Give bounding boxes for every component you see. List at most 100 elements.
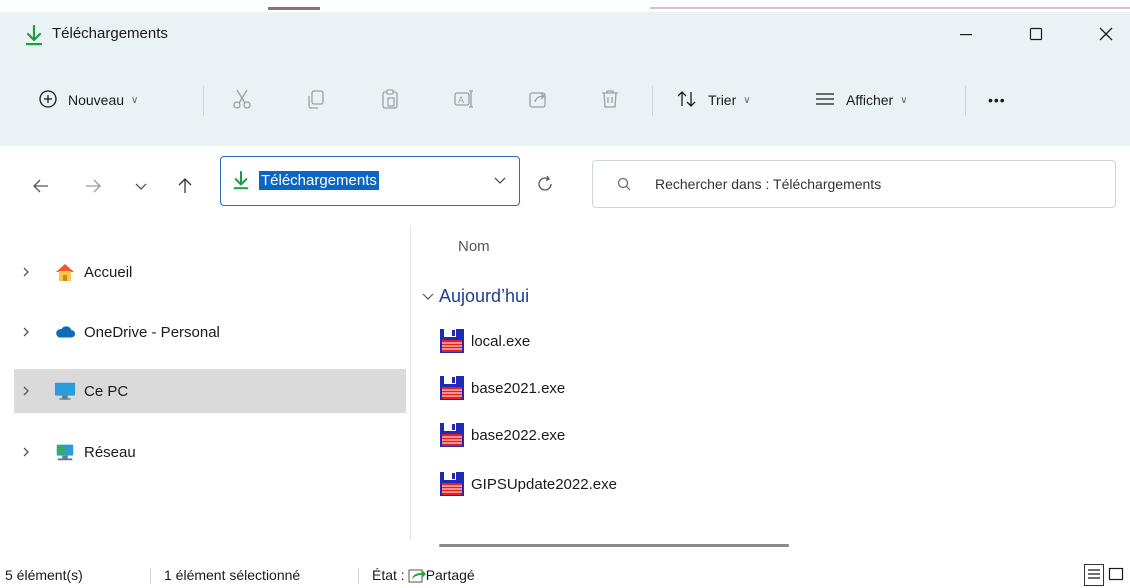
sidebar-item-label: Réseau xyxy=(84,443,136,461)
sort-button[interactable]: Trier ∨ xyxy=(676,80,751,120)
status-divider xyxy=(358,568,359,584)
rename-icon: A xyxy=(453,88,475,113)
status-divider xyxy=(150,568,151,584)
paste-button[interactable] xyxy=(370,80,410,120)
column-header-name[interactable]: Nom xyxy=(458,238,490,255)
sidebar-item-label: Ce PC xyxy=(84,382,129,400)
sidebar-item-accueil[interactable]: Accueil xyxy=(14,250,406,294)
rename-button[interactable]: A xyxy=(444,80,484,120)
arrow-right-icon xyxy=(84,178,102,197)
sidebar-item-onedrive[interactable]: OneDrive - Personal xyxy=(14,310,406,354)
svg-text:A: A xyxy=(458,95,464,105)
recent-locations-button[interactable] xyxy=(124,170,158,204)
forward-button[interactable] xyxy=(76,170,110,204)
top-strip xyxy=(0,0,1130,12)
cloud-icon xyxy=(54,321,76,343)
refresh-icon xyxy=(536,175,554,196)
delete-button[interactable] xyxy=(590,80,630,120)
download-icon xyxy=(24,24,44,46)
minimize-button[interactable] xyxy=(938,12,994,56)
file-name: base2022.exe xyxy=(471,426,566,444)
chevron-down-icon xyxy=(134,179,148,195)
navigation-pane: Accueil OneDrive - Personal Ce PC Réseau xyxy=(0,226,410,540)
network-icon xyxy=(54,441,76,463)
title-bar: Téléchargements xyxy=(0,12,1130,56)
arrow-left-icon xyxy=(32,178,50,197)
command-bar: Nouveau ∨ A Trier ∨ Afficher ∨ ••• xyxy=(0,72,1130,128)
group-label: Aujourd’hui xyxy=(439,286,530,306)
plus-circle-icon xyxy=(38,89,58,112)
file-name: base2021.exe xyxy=(471,379,566,397)
floppy-exe-icon xyxy=(440,376,464,400)
chevron-right-icon[interactable] xyxy=(14,385,38,397)
list-item[interactable]: base2022.exe xyxy=(439,418,565,452)
toolbar-divider xyxy=(203,86,204,116)
details-view-button[interactable] xyxy=(1084,564,1104,586)
arrow-up-icon xyxy=(177,177,193,198)
view-label: Afficher xyxy=(846,92,894,108)
chevron-down-icon: ∨ xyxy=(743,94,751,106)
copy-icon xyxy=(305,88,327,113)
sidebar-item-ce-pc[interactable]: Ce PC xyxy=(14,369,406,413)
search-placeholder: Rechercher dans : Téléchargements xyxy=(655,176,882,192)
sort-icon xyxy=(676,89,698,112)
toolbar-divider xyxy=(652,86,653,116)
chevron-right-icon[interactable] xyxy=(14,446,38,458)
view-button[interactable]: Afficher ∨ xyxy=(814,80,908,120)
list-item[interactable]: local.exe xyxy=(439,324,530,358)
background-window-edge xyxy=(268,7,320,10)
copy-button[interactable] xyxy=(296,80,336,120)
state-value: Partagé xyxy=(425,567,475,583)
file-name: GIPSUpdate2022.exe xyxy=(471,475,617,493)
floppy-exe-icon xyxy=(440,423,464,447)
address-path[interactable]: Téléchargements xyxy=(259,171,379,190)
view-lines-icon xyxy=(814,90,836,111)
more-icon: ••• xyxy=(988,92,1006,108)
more-button[interactable]: ••• xyxy=(988,80,1006,120)
cut-button[interactable] xyxy=(222,80,262,120)
selection-count: 1 élément sélectionné xyxy=(164,567,301,583)
state-label: État : xyxy=(372,567,405,583)
chevron-right-icon[interactable] xyxy=(14,266,38,278)
paste-icon xyxy=(379,88,401,113)
chevron-down-icon[interactable] xyxy=(493,173,507,189)
chevron-down-icon: ∨ xyxy=(900,94,908,106)
item-count: 5 élément(s) xyxy=(5,567,83,583)
chevron-down-icon xyxy=(421,286,435,307)
monitor-icon xyxy=(54,380,76,402)
list-item[interactable]: GIPSUpdate2022.exe xyxy=(439,467,617,501)
up-button[interactable] xyxy=(168,170,202,204)
search-input[interactable]: Rechercher dans : Téléchargements xyxy=(592,160,1116,208)
shared-icon xyxy=(408,567,426,583)
close-button[interactable] xyxy=(1078,12,1130,56)
horizontal-scrollbar[interactable] xyxy=(439,544,789,547)
floppy-exe-icon xyxy=(440,472,464,496)
maximize-button[interactable] xyxy=(1008,12,1064,56)
sidebar-item-label: OneDrive - Personal xyxy=(84,323,220,341)
download-icon xyxy=(232,170,250,190)
search-icon xyxy=(617,177,631,194)
new-button[interactable]: Nouveau ∨ xyxy=(38,80,138,120)
tiles-view-icon xyxy=(1108,567,1124,584)
file-list: Nom Aujourd’hui local.exe base2021.exe b… xyxy=(411,226,1130,540)
list-item[interactable]: base2021.exe xyxy=(439,371,565,405)
status-bar: 5 élément(s) 1 élément sélectionné État … xyxy=(0,562,1130,588)
sort-label: Trier xyxy=(708,92,737,108)
background-window-edge xyxy=(650,7,1130,9)
refresh-button[interactable] xyxy=(528,168,562,202)
details-view-icon xyxy=(1087,567,1101,583)
share-state: État : Partagé xyxy=(372,567,475,583)
address-bar[interactable]: Téléchargements xyxy=(220,156,520,206)
group-header-today[interactable]: Aujourd’hui xyxy=(421,286,529,307)
file-name: local.exe xyxy=(471,332,531,350)
back-button[interactable] xyxy=(24,170,58,204)
tiles-view-button[interactable] xyxy=(1106,564,1126,586)
chevron-down-icon: ∨ xyxy=(131,94,139,106)
new-label: Nouveau xyxy=(68,92,125,108)
share-button[interactable] xyxy=(518,80,558,120)
sidebar-item-reseau[interactable]: Réseau xyxy=(14,430,406,474)
cut-icon xyxy=(231,88,253,113)
address-row: Téléchargements Rechercher dans : Téléch… xyxy=(0,146,1130,226)
floppy-exe-icon xyxy=(440,329,464,353)
chevron-right-icon[interactable] xyxy=(14,326,38,338)
